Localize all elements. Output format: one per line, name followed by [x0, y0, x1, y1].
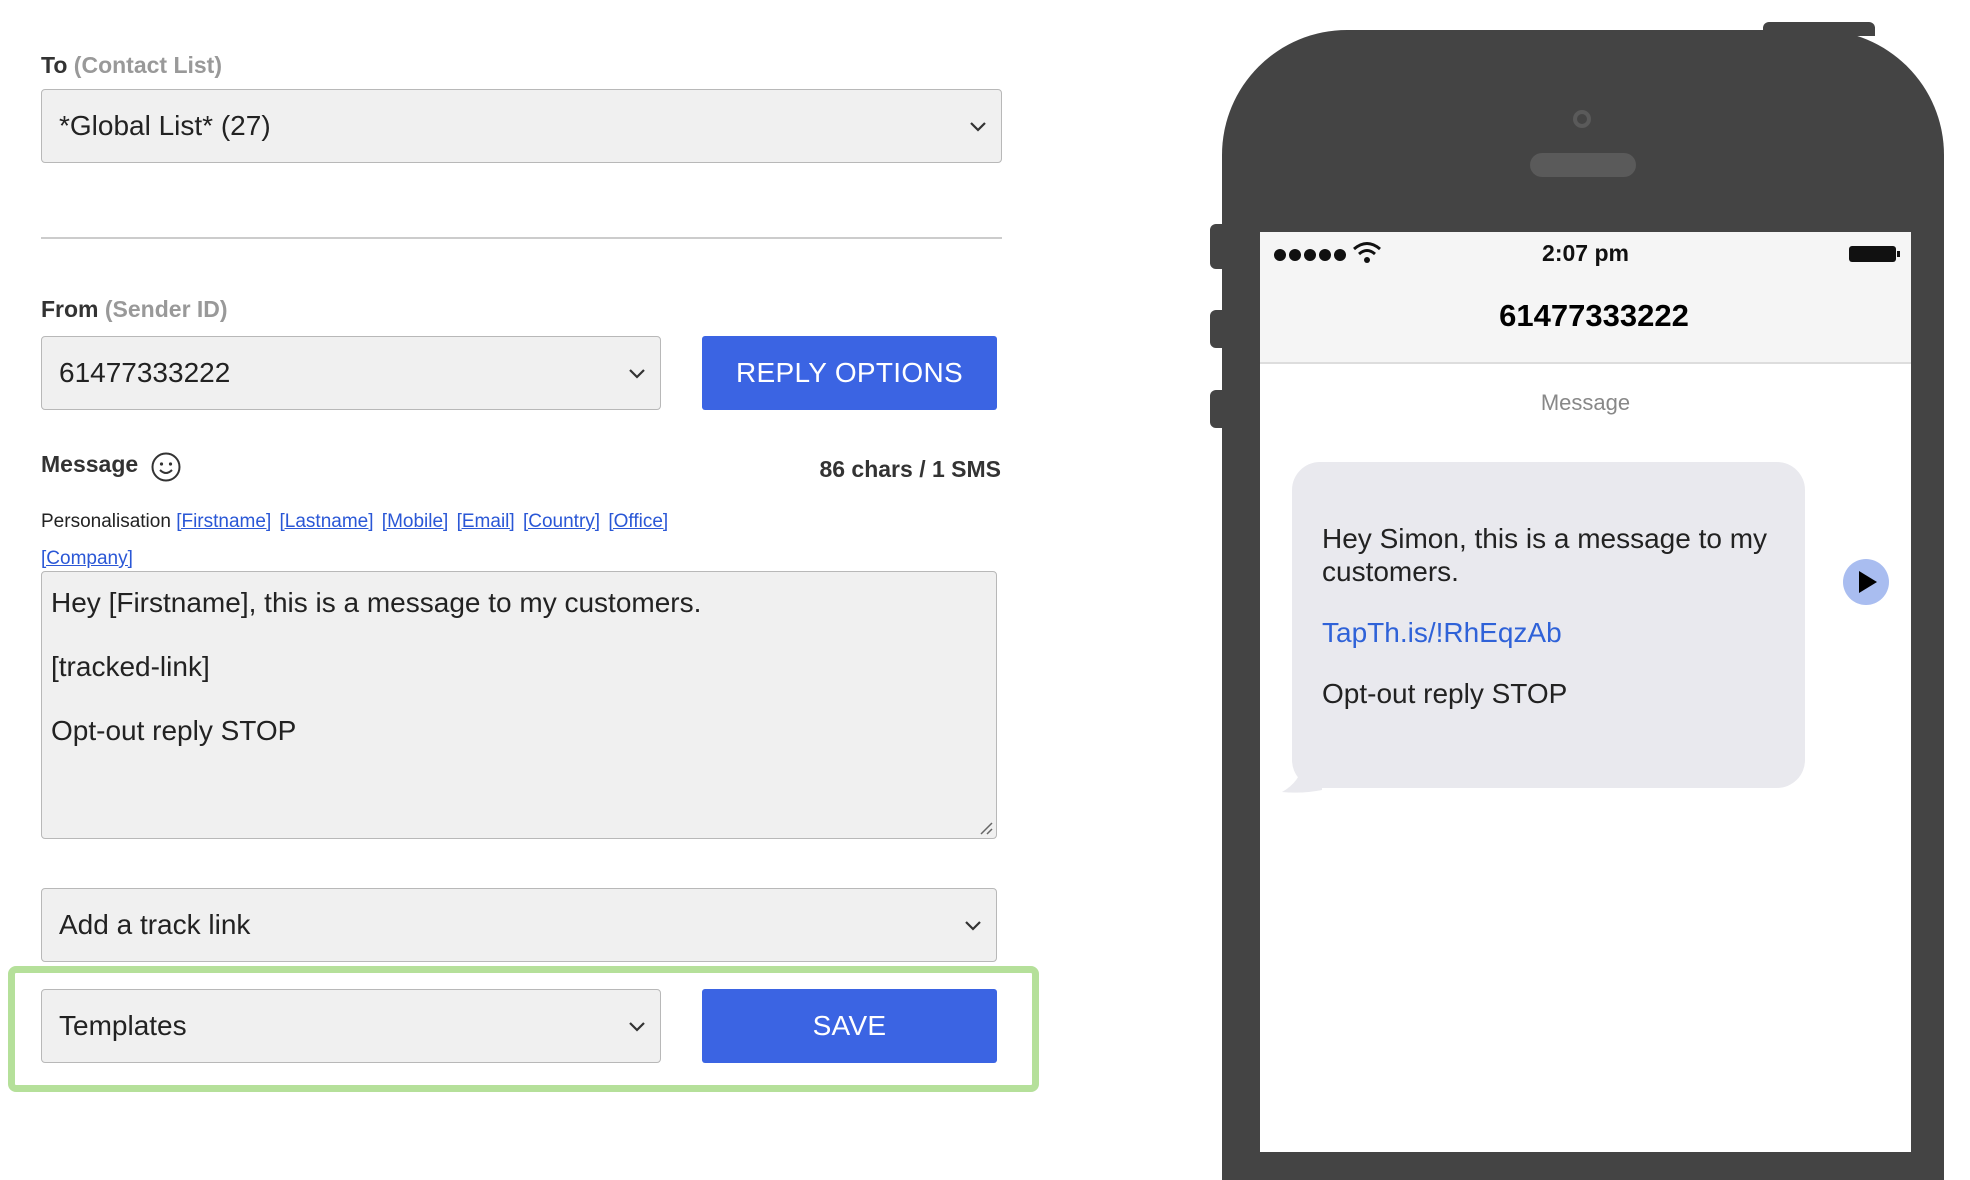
sender-id-value: 61477333222	[59, 357, 231, 388]
emoji-icon[interactable]	[150, 451, 182, 483]
phone-message-label: Message	[1540, 390, 1631, 415]
tag-mobile[interactable]: [Mobile]	[382, 511, 449, 532]
message-label: Message	[41, 451, 139, 477]
templates-value: Templates	[59, 1010, 187, 1041]
to-label: To (Contact List)	[41, 52, 223, 78]
track-link-select[interactable]: Add a track link	[41, 888, 997, 962]
save-button[interactable]: SAVE	[702, 989, 997, 1063]
reply-options-button[interactable]: REPLY OPTIONS	[702, 336, 997, 410]
sender-id-select[interactable]: 61477333222	[41, 336, 661, 410]
phone-screen: 2:07 pm 61477333222 Message Hey Simon, t…	[1260, 232, 1911, 1152]
phone-volume-down	[1210, 390, 1224, 428]
sms-compose-form: To (Contact List) *Global List* (27) Fro…	[8, 0, 1041, 1134]
phone-status-bar: 2:07 pm 61477333222	[1260, 232, 1911, 364]
phone-time: 2:07 pm	[1542, 240, 1629, 266]
char-count: 86 chars / 1 SMS	[819, 456, 1001, 482]
chevron-down-icon	[629, 1022, 645, 1032]
tag-email[interactable]: [Email]	[457, 511, 515, 532]
phone-volume-up	[1210, 310, 1224, 348]
track-link-value: Add a track link	[59, 909, 251, 940]
personalisation-label: Personalisation	[41, 511, 171, 532]
phone-contact: 61477333222	[1499, 298, 1689, 333]
phone-speaker	[1530, 153, 1636, 177]
bubble-line: Hey Simon, this is a message to my custo…	[1322, 523, 1768, 587]
tag-company[interactable]: [Company]	[41, 548, 133, 569]
section-divider	[41, 237, 1002, 239]
battery-icon	[1849, 246, 1900, 262]
message-line: Hey [Firstname], this is a message to my…	[51, 587, 702, 618]
play-icon[interactable]	[1842, 558, 1890, 606]
message-line: [tracked-link]	[51, 651, 210, 682]
message-textarea[interactable]: Hey [Firstname], this is a message to my…	[41, 571, 997, 839]
bubble-link[interactable]: TapTh.is/!RhEqzAb	[1322, 616, 1775, 649]
tag-firstname[interactable]: [Firstname]	[176, 511, 271, 532]
resize-handle-icon[interactable]	[977, 819, 993, 835]
phone-camera	[1573, 110, 1591, 128]
message-bubble: Hey Simon, this is a message to my custo…	[1292, 462, 1805, 788]
personalisation-bar: Personalisation [Firstname] [Lastname] […	[41, 503, 741, 577]
tag-lastname[interactable]: [Lastname]	[280, 511, 374, 532]
phone-mute-switch	[1210, 224, 1224, 269]
contact-list-select[interactable]: *Global List* (27)	[41, 89, 1002, 163]
chevron-down-icon	[970, 122, 986, 132]
bubble-line: Opt-out reply STOP	[1322, 678, 1568, 709]
templates-select[interactable]: Templates	[41, 989, 661, 1063]
contact-list-value: *Global List* (27)	[59, 110, 271, 141]
tag-office[interactable]: [Office]	[608, 511, 668, 532]
tag-country[interactable]: [Country]	[523, 511, 600, 532]
chevron-down-icon	[629, 369, 645, 379]
message-line: Opt-out reply STOP	[51, 715, 297, 746]
from-label: From (Sender ID)	[41, 296, 228, 322]
chevron-down-icon	[965, 921, 981, 931]
